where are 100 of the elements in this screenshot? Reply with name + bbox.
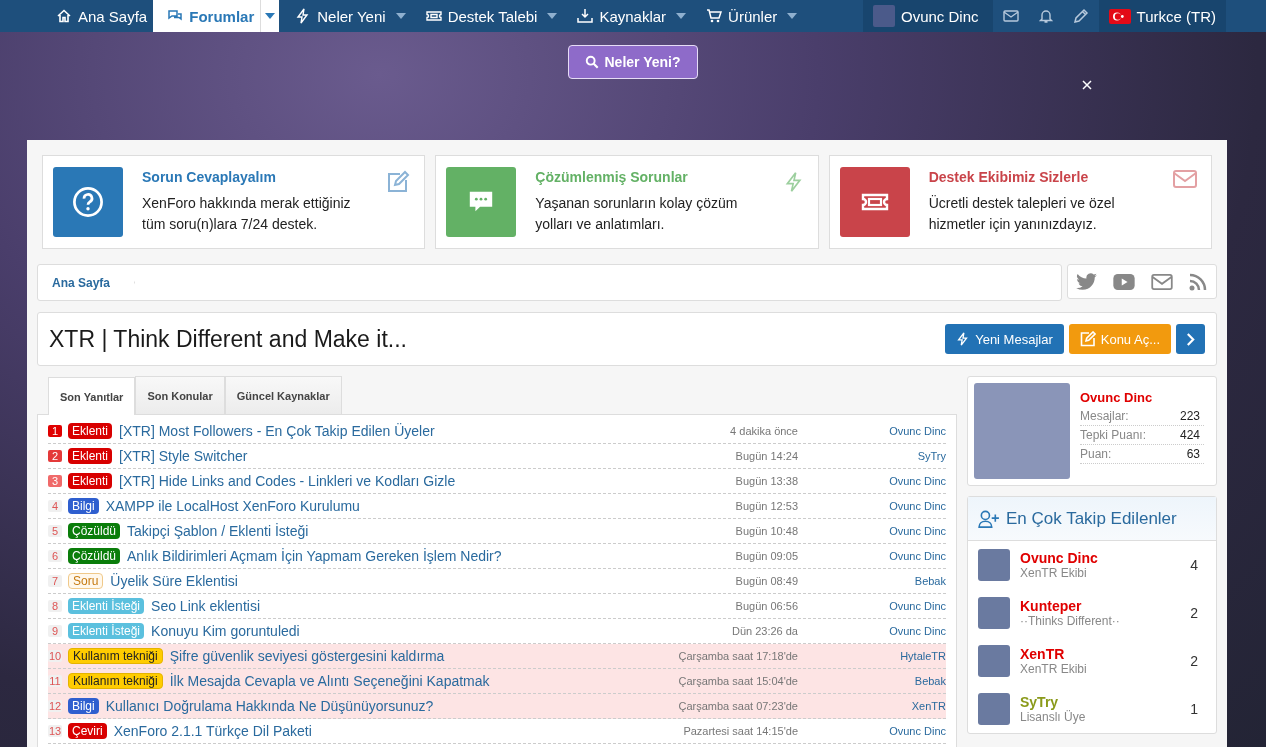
prefix-label: Bilgi xyxy=(68,698,99,714)
member-title: XenTR Ekibi xyxy=(1020,566,1088,580)
username-link[interactable]: Ovunc Dinc xyxy=(798,500,946,512)
thread-title-link[interactable]: XenForo 2.1.1 Türkçe Dil Paketi xyxy=(113,723,638,739)
prefix-label: Kullanım tekniği xyxy=(68,648,163,664)
nav-tab[interactable]: Neler Yeni xyxy=(289,0,392,32)
nav-tab[interactable]: Kaynaklar xyxy=(571,0,673,32)
stat-value: 63 xyxy=(1186,447,1200,461)
mail-icon[interactable] xyxy=(1150,273,1173,290)
thread-title-link[interactable]: [XTR] Most Followers - En Çok Takip Edilen Üyeler xyxy=(119,423,638,439)
breadcrumb-link[interactable]: Ana Sayfa xyxy=(38,265,136,300)
chevron-right-icon xyxy=(1186,332,1195,346)
member-name-link[interactable]: Kunteper xyxy=(1020,598,1191,614)
dropdown-caret-icon[interactable] xyxy=(260,0,280,32)
username-link[interactable]: XenTR xyxy=(798,700,946,712)
thread-title-link[interactable]: Anlık Bildirimleri Açmam İçin Yapmam Gereken İşlem Nedir? xyxy=(127,548,638,564)
feature-description: Ücretli destek talepleri ve özel hizmetler için yanınızdayız. xyxy=(928,194,1116,234)
rank-number: 11 xyxy=(48,675,62,687)
avatar-placeholder xyxy=(978,693,1010,725)
thread-time: Bugün 06:56 xyxy=(734,600,798,612)
feature-description: Yaşanan sorunların kolay çözüm yolları ve anlatımları. xyxy=(535,194,739,234)
prefix-label: Eklenti xyxy=(68,423,113,439)
feature-title: Çözümlenmiş Sorunlar xyxy=(535,169,689,185)
question-circle-icon xyxy=(71,185,105,219)
thread-title-link[interactable]: Konuyu Kim goruntuledi xyxy=(151,623,638,639)
rank-number: 7 xyxy=(48,575,62,587)
thread-time: Bugün 08:49 xyxy=(734,575,798,587)
page-title: XTR | Think Different and Make it... xyxy=(49,325,407,353)
rank-number: 3 xyxy=(48,475,62,487)
username-link[interactable]: HytaleTR xyxy=(798,650,946,662)
thread-title-link[interactable]: XAMPP ile LocalHost XenForo Kurulumu xyxy=(105,498,638,514)
home-icon xyxy=(56,8,72,24)
rank-number: 1 xyxy=(48,425,62,437)
profile-username[interactable]: Ovunc Dinc xyxy=(1080,390,1204,405)
add-user-icon xyxy=(978,509,1000,528)
stat-label: Puan: xyxy=(1080,447,1112,461)
whats-new-button[interactable]: Neler Yeni? xyxy=(568,45,698,79)
thread-title-link[interactable]: Şifre güvenlik seviyesi göstergesini kaldırma xyxy=(169,648,638,664)
follower-count: 1 xyxy=(1190,701,1198,717)
member-name-link[interactable]: XenTR xyxy=(1020,646,1191,662)
thread-title-link[interactable]: [XTR] Style Switcher xyxy=(119,448,638,464)
username-link[interactable]: Ovunc Dinc xyxy=(798,475,946,487)
user-menu[interactable]: Ovunc Dinc xyxy=(863,0,993,32)
ticket-icon xyxy=(425,8,442,24)
follower-count: 2 xyxy=(1190,653,1198,669)
thread-time: Dün 23:26 da xyxy=(730,625,798,637)
edit-icon xyxy=(386,170,411,194)
tab[interactable]: Son Konular xyxy=(135,376,225,414)
stat-label: Mesajlar: xyxy=(1080,409,1129,423)
thread-title-link[interactable]: Takipçi Şablon / Eklenti İsteği xyxy=(127,523,638,539)
username-link[interactable]: Bebak xyxy=(798,675,946,687)
nav-tab[interactable]: Ürünler xyxy=(700,0,784,32)
username-link[interactable]: Ovunc Dinc xyxy=(798,550,946,562)
thread-title-link[interactable]: İlk Mesajda Cevapla ve Alıntı Seçeneğini Kapatmak xyxy=(169,673,638,689)
username-link[interactable]: Ovunc Dinc xyxy=(798,425,946,437)
rank-number: 2 xyxy=(48,450,62,462)
rank-number: 5 xyxy=(48,525,62,537)
mail-icon xyxy=(1173,170,1197,188)
nav-tab[interactable]: Ana Sayfa xyxy=(50,0,154,32)
lightning-icon xyxy=(956,332,971,346)
prefix-label: Eklenti İsteği xyxy=(68,598,145,614)
username-link[interactable]: Ovunc Dinc xyxy=(798,725,946,737)
play-button-icon[interactable] xyxy=(1113,273,1136,290)
thread-time: Pazartesi saat 14:15'de xyxy=(682,725,798,737)
flag-icon xyxy=(1108,8,1131,24)
bird-icon[interactable] xyxy=(1075,272,1098,291)
follower-count: 2 xyxy=(1190,605,1198,621)
prefix-label: Çeviri xyxy=(68,723,107,739)
close-icon[interactable] xyxy=(1082,80,1092,90)
thread-time: Bugün 09:05 xyxy=(734,550,798,562)
thread-title-link[interactable]: Seo Link eklentisi xyxy=(151,598,638,614)
thread-title-link[interactable]: [XTR] Hide Links and Codes - Linkleri ve Kodları Gizle xyxy=(119,473,638,489)
thread-time: Çarşamba saat 07:23'de xyxy=(677,700,798,712)
thread-title-link[interactable]: Üyelik Süre Eklentisi xyxy=(110,573,638,589)
nav-tab[interactable]: Destek Talebi xyxy=(419,0,544,32)
member-name-link[interactable]: SyTry xyxy=(1020,694,1191,710)
prefix-label: Çözüldü xyxy=(68,548,121,564)
nav-tab[interactable]: Forumlar xyxy=(153,0,261,32)
search-icon xyxy=(585,55,600,69)
download-icon xyxy=(577,8,594,24)
tab[interactable]: Güncel Kaynaklar xyxy=(224,376,342,414)
new-posts-button[interactable]: Yeni Mesajlar xyxy=(945,324,1064,354)
username-link[interactable]: SyTry xyxy=(798,450,946,462)
username-link[interactable]: Bebak xyxy=(798,575,946,587)
prefix-label: Çözüldü xyxy=(68,523,121,539)
thread-title-link[interactable]: Kullanıcı Doğrulama Hakkında Ne Düşünüyorsunuz? xyxy=(105,698,638,714)
avatar-placeholder xyxy=(873,5,895,27)
next-button[interactable] xyxy=(1176,324,1205,354)
username-link[interactable]: Ovunc Dinc xyxy=(798,625,946,637)
tab[interactable]: Son Yanıtlar xyxy=(48,377,136,415)
prefix-label: Eklenti xyxy=(68,473,113,489)
language-selector[interactable]: Turkce (TR) xyxy=(1098,0,1226,32)
username-link[interactable]: Ovunc Dinc xyxy=(798,525,946,537)
username-link[interactable]: Ovunc Dinc xyxy=(798,600,946,612)
rss-icon[interactable] xyxy=(1188,271,1209,292)
member-name-link[interactable]: Ovunc Dinc xyxy=(1020,550,1191,566)
feature-description: XenForo hakkında merak ettiğiniz tüm soru(n)lara 7/24 destek. xyxy=(142,194,352,234)
stat-value: 424 xyxy=(1179,428,1200,442)
rank-number: 12 xyxy=(48,700,62,712)
rank-number: 4 xyxy=(48,500,62,512)
